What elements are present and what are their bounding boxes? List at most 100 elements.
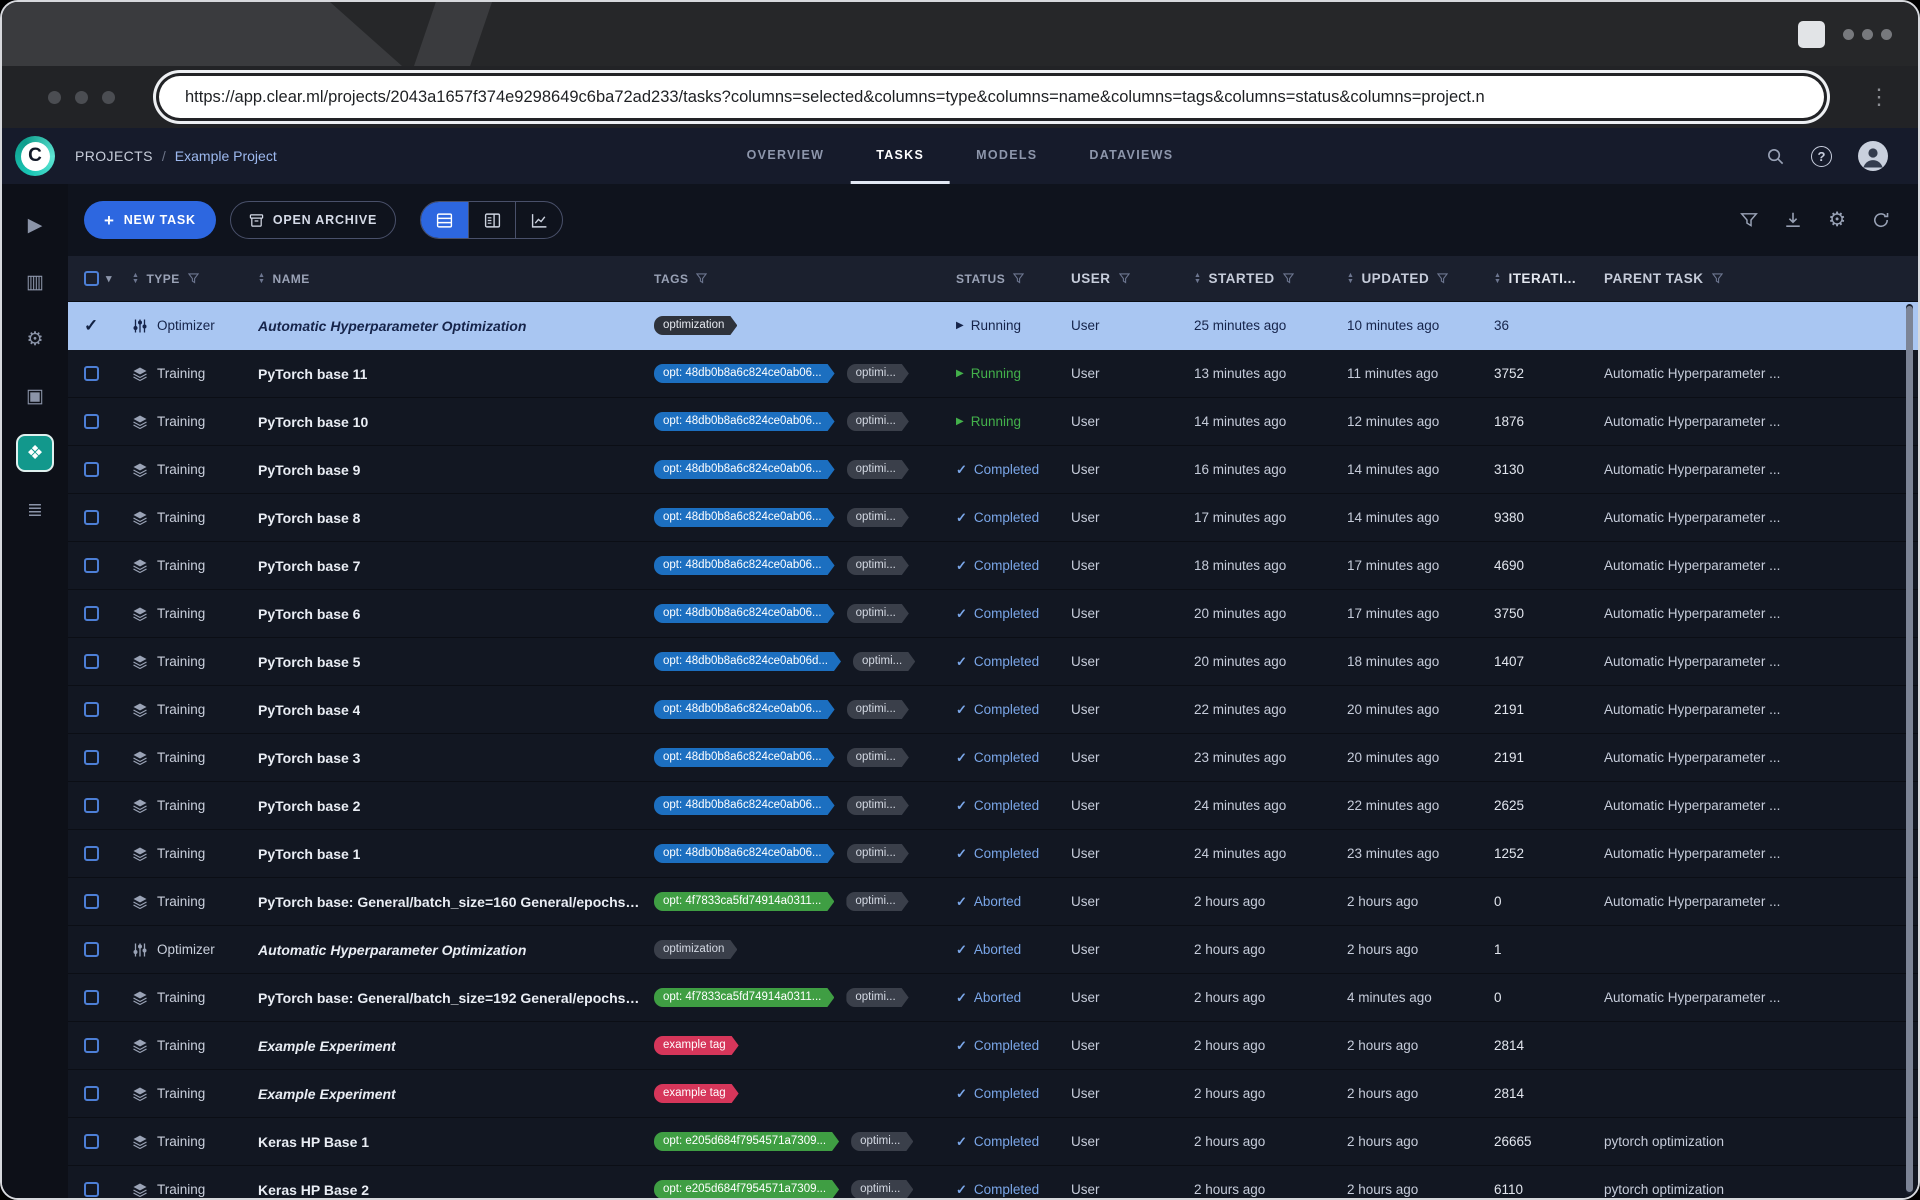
row-checkbox[interactable] [84, 798, 99, 813]
task-row[interactable]: Training Keras HP Base 2 opt: e205d684f7… [68, 1166, 1918, 1198]
chevron-down-icon[interactable]: ▾ [106, 272, 112, 285]
tag[interactable]: opt: 48db0b8a6c824ce0ab06... [654, 604, 835, 623]
tag[interactable]: opt: 48db0b8a6c824ce0ab06d... [654, 652, 841, 671]
task-row[interactable]: Training PyTorch base 6 opt: 48db0b8a6c8… [68, 590, 1918, 638]
filter-icon[interactable] [1283, 273, 1294, 284]
task-name[interactable]: PyTorch base 1 [258, 846, 360, 862]
download-icon[interactable] [1784, 211, 1802, 229]
tag[interactable]: opt: e205d684f7954571a7309... [654, 1132, 839, 1151]
task-row[interactable]: Training PyTorch base 8 opt: 48db0b8a6c8… [68, 494, 1918, 542]
tag[interactable]: opt: 48db0b8a6c824ce0ab06... [654, 844, 835, 863]
tag[interactable]: example tag [654, 1084, 739, 1103]
task-row[interactable]: ✓ Optimizer Automatic Hyperparameter Opt… [68, 302, 1918, 350]
sort-icon[interactable]: ▲▼ [1494, 273, 1501, 285]
row-checkbox[interactable] [84, 1182, 99, 1197]
row-checkbox[interactable] [84, 366, 99, 381]
column-header-parent[interactable]: PARENT TASK [1604, 271, 1904, 286]
auto-refresh-icon[interactable] [1872, 211, 1890, 229]
sort-icon[interactable]: ▲▼ [1347, 273, 1354, 285]
task-row[interactable]: Training PyTorch base 2 opt: 48db0b8a6c8… [68, 782, 1918, 830]
url-bar[interactable]: https://app.clear.ml/projects/2043a1657f… [159, 76, 1824, 118]
task-name[interactable]: Keras HP Base 2 [258, 1182, 369, 1198]
task-name[interactable]: Example Experiment [258, 1086, 396, 1102]
task-row[interactable]: Training PyTorch base 4 opt: 48db0b8a6c8… [68, 686, 1918, 734]
task-row[interactable]: Training PyTorch base 3 opt: 48db0b8a6c8… [68, 734, 1918, 782]
tag[interactable]: optimization [654, 316, 737, 335]
row-checkbox[interactable] [84, 1134, 99, 1149]
breadcrumb-current-project[interactable]: Example Project [175, 148, 277, 164]
task-name[interactable]: PyTorch base 5 [258, 654, 360, 670]
column-header-tags[interactable]: TAGS [654, 272, 956, 286]
url-text[interactable]: https://app.clear.ml/projects/2043a1657f… [185, 88, 1485, 107]
task-row[interactable]: Training PyTorch base 9 opt: 48db0b8a6c8… [68, 446, 1918, 494]
row-checkbox[interactable] [84, 990, 99, 1005]
table-scrollbar[interactable] [1906, 304, 1913, 1194]
tag[interactable]: optimi... [846, 892, 908, 911]
task-row[interactable]: Training PyTorch base: General/batch_siz… [68, 878, 1918, 926]
task-row[interactable]: Training PyTorch base 10 opt: 48db0b8a6c… [68, 398, 1918, 446]
sort-icon[interactable]: ▲▼ [1194, 273, 1201, 285]
task-name[interactable]: PyTorch base 4 [258, 702, 360, 718]
sort-icon[interactable]: ▲▼ [258, 273, 265, 285]
tag[interactable]: optimi... [847, 508, 909, 527]
tag[interactable]: optimi... [847, 460, 909, 479]
column-header-iter[interactable]: ▲▼ITERATI... [1494, 271, 1604, 286]
tab-models[interactable]: MODELS [950, 128, 1063, 184]
tag[interactable]: opt: 48db0b8a6c824ce0ab06... [654, 700, 835, 719]
tag[interactable]: opt: 48db0b8a6c824ce0ab06... [654, 556, 835, 575]
task-name[interactable]: PyTorch base 3 [258, 750, 360, 766]
window-buttons[interactable] [48, 91, 115, 104]
tag[interactable]: opt: 48db0b8a6c824ce0ab06... [654, 796, 835, 815]
filter-icon[interactable] [696, 273, 707, 284]
tab-tasks[interactable]: TASKS [850, 128, 950, 184]
search-icon[interactable] [1766, 147, 1785, 166]
avatar[interactable] [1858, 141, 1888, 171]
task-name[interactable]: Automatic Hyperparameter Optimization [258, 942, 526, 958]
scrollbar-thumb[interactable] [1906, 306, 1913, 1192]
task-row[interactable]: Optimizer Automatic Hyperparameter Optim… [68, 926, 1918, 974]
chart-view-button[interactable] [515, 202, 562, 238]
row-checkbox[interactable] [84, 846, 99, 861]
tag[interactable]: optimi... [847, 412, 909, 431]
tag[interactable]: optimi... [847, 796, 909, 815]
tab-dataviews[interactable]: DATAVIEWS [1063, 128, 1199, 184]
settings-gear-icon[interactable]: ⚙ [1828, 210, 1846, 230]
tab-overview[interactable]: OVERVIEW [721, 128, 851, 184]
breadcrumb-projects[interactable]: PROJECTS [75, 148, 153, 164]
task-row[interactable]: Training PyTorch base 1 opt: 48db0b8a6c8… [68, 830, 1918, 878]
task-name[interactable]: PyTorch base 9 [258, 462, 360, 478]
sidebar-item-pipelines[interactable]: ≣ [16, 491, 54, 529]
task-name[interactable]: PyTorch base 8 [258, 510, 360, 526]
sort-icon[interactable]: ▲▼ [132, 273, 139, 285]
row-checkbox[interactable] [84, 702, 99, 717]
tag[interactable]: opt: 48db0b8a6c824ce0ab06... [654, 412, 835, 431]
task-name[interactable]: PyTorch base 6 [258, 606, 360, 622]
column-header-status[interactable]: STATUS [956, 272, 1071, 286]
open-archive-button[interactable]: OPEN ARCHIVE [230, 201, 396, 239]
task-name[interactable]: PyTorch base 2 [258, 798, 360, 814]
row-checkbox[interactable] [84, 942, 99, 957]
column-header-updated[interactable]: ▲▼UPDATED [1347, 271, 1494, 286]
sidebar-item-queues[interactable]: ▥ [16, 263, 54, 301]
tag[interactable]: optimi... [847, 604, 909, 623]
table-view-button[interactable] [421, 202, 468, 238]
task-name[interactable]: PyTorch base: General/batch_size=160 Gen… [258, 894, 644, 910]
column-header-user[interactable]: USER [1071, 271, 1194, 286]
tag[interactable]: opt: e205d684f7954571a7309... [654, 1180, 839, 1198]
tag[interactable]: optimi... [847, 844, 909, 863]
task-name[interactable]: PyTorch base 10 [258, 414, 368, 430]
column-header-started[interactable]: ▲▼STARTED [1194, 271, 1347, 286]
sidebar-item-projects[interactable]: ❖ [16, 434, 54, 472]
split-view-button[interactable] [468, 202, 515, 238]
sidebar-item-getting-started[interactable]: ▶ [16, 206, 54, 244]
filter-icon[interactable] [1437, 273, 1448, 284]
tag[interactable]: opt: 48db0b8a6c824ce0ab06... [654, 748, 835, 767]
tag[interactable]: optimi... [847, 364, 909, 383]
row-checkbox[interactable] [84, 1086, 99, 1101]
tag[interactable]: optimi... [847, 700, 909, 719]
row-checkbox[interactable] [84, 414, 99, 429]
task-row[interactable]: Training Keras HP Base 1 opt: e205d684f7… [68, 1118, 1918, 1166]
task-row[interactable]: Training PyTorch base 11 opt: 48db0b8a6c… [68, 350, 1918, 398]
filter-icon[interactable] [1119, 273, 1130, 284]
filter-icon[interactable] [1013, 273, 1024, 284]
